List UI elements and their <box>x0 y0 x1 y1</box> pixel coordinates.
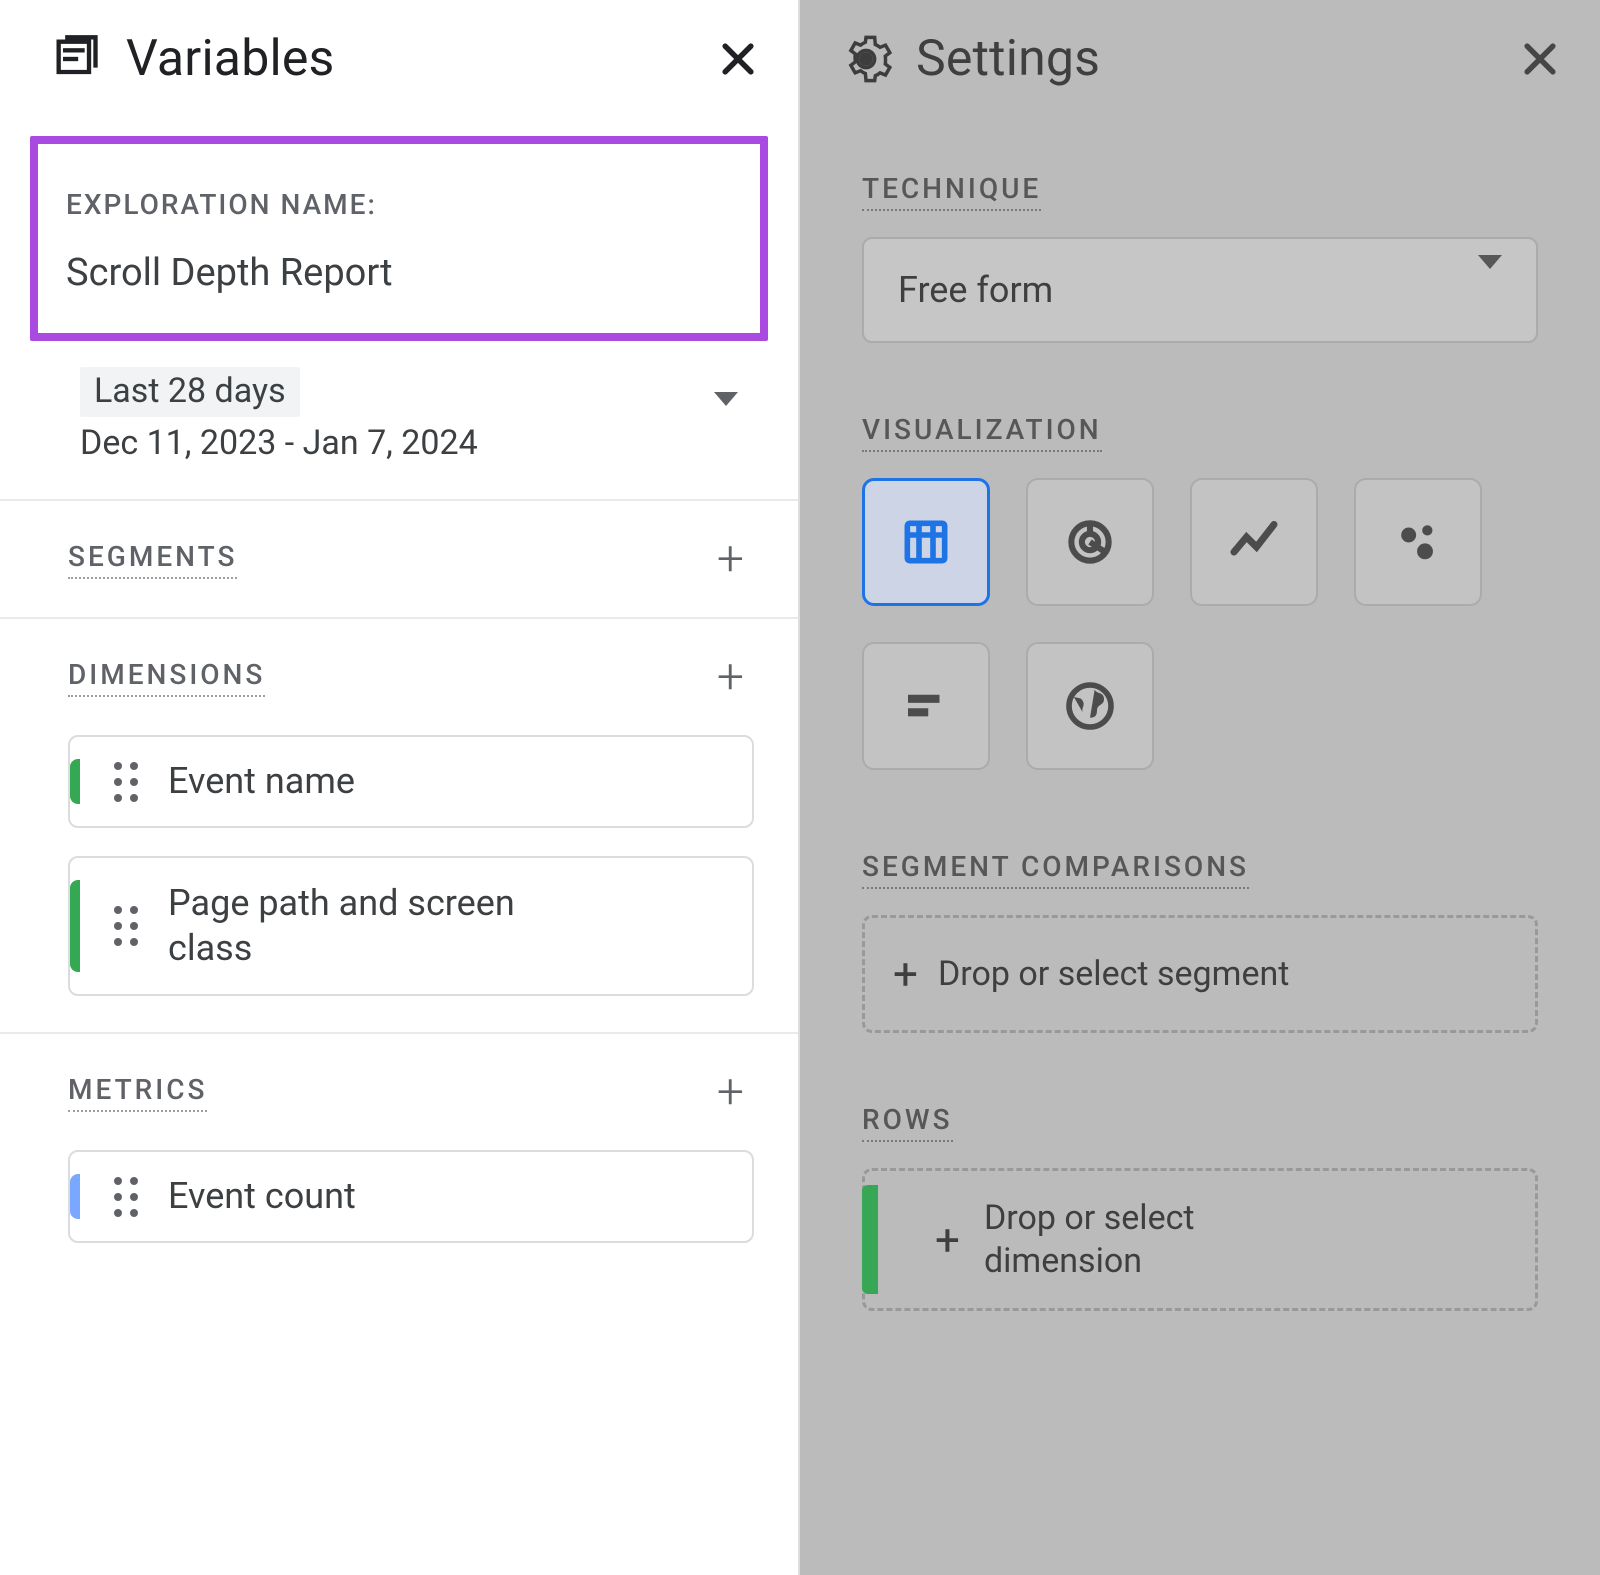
segments-section-head: SEGMENTS + <box>0 501 798 617</box>
dimensions-list: Event name Page path and screen class <box>0 735 798 1032</box>
plus-icon: + <box>935 1218 960 1262</box>
dimension-name: Event name <box>168 759 355 804</box>
drag-handle-icon[interactable] <box>106 762 146 802</box>
viz-option-line[interactable] <box>1190 478 1318 606</box>
dimension-stripe <box>70 880 80 972</box>
dimensions-label: DIMENSIONS <box>68 658 265 697</box>
segment-comparisons-label: SEGMENT COMPARISONS <box>862 850 1249 889</box>
metric-name: Event count <box>168 1174 356 1219</box>
variables-header: Variables <box>0 0 798 118</box>
dimension-pill[interactable]: Page path and screen class <box>68 856 754 996</box>
dimension-stripe <box>70 759 80 804</box>
visualization-label: VISUALIZATION <box>862 413 1102 452</box>
drag-handle-icon[interactable] <box>106 906 146 946</box>
technique-select[interactable]: Free form <box>862 237 1538 343</box>
dimension-pill[interactable]: Event name <box>68 735 754 828</box>
rows-dropzone[interactable]: + Drop or select dimension <box>862 1168 1538 1311</box>
metric-pill[interactable]: Event count <box>68 1150 754 1243</box>
viz-option-donut[interactable] <box>1026 478 1154 606</box>
exploration-name-label: EXPLORATION NAME: <box>66 188 732 221</box>
segments-label: SEGMENTS <box>68 540 237 579</box>
chevron-down-icon <box>714 406 738 425</box>
metrics-label: METRICS <box>68 1073 207 1112</box>
technique-label: TECHNIQUE <box>862 172 1041 211</box>
gear-icon <box>840 33 892 85</box>
plus-icon: + <box>893 952 918 996</box>
technique-value: Free form <box>898 269 1053 311</box>
visualization-options <box>862 478 1538 770</box>
dimension-stripe <box>862 1185 878 1294</box>
settings-header: Settings <box>800 0 1600 118</box>
exploration-name-value: Scroll Depth Report <box>66 251 732 295</box>
chevron-down-icon <box>1478 269 1502 311</box>
viz-option-table[interactable] <box>862 478 990 606</box>
add-metric-button[interactable]: + <box>717 1068 744 1116</box>
dimensions-section-head: DIMENSIONS + <box>0 619 798 735</box>
date-preset-chip: Last 28 days <box>80 367 300 417</box>
metrics-section-head: METRICS + <box>0 1034 798 1150</box>
exploration-name-field[interactable]: EXPLORATION NAME: Scroll Depth Report <box>30 136 768 341</box>
viz-option-bar[interactable] <box>862 642 990 770</box>
variables-icon <box>50 33 102 85</box>
settings-panel: Settings TECHNIQUE Free form VISUALIZATI… <box>800 0 1600 1575</box>
settings-title: Settings <box>916 30 1492 88</box>
viz-option-scatter[interactable] <box>1354 478 1482 606</box>
add-dimension-button[interactable]: + <box>717 653 744 701</box>
drag-handle-icon[interactable] <box>106 1177 146 1217</box>
segment-dropzone[interactable]: + Drop or select segment <box>862 915 1538 1033</box>
variables-panel: Variables EXPLORATION NAME: Scroll Depth… <box>0 0 800 1575</box>
add-segment-button[interactable]: + <box>717 535 744 583</box>
dimension-name: Page path and screen class <box>168 881 588 971</box>
rows-dropzone-text: Drop or select dimension <box>984 1197 1324 1282</box>
close-variables-button[interactable] <box>714 35 762 83</box>
metric-stripe <box>70 1174 80 1219</box>
segment-dropzone-text: Drop or select segment <box>938 954 1289 994</box>
date-range-value: Dec 11, 2023 - Jan 7, 2024 <box>80 423 702 463</box>
rows-label: ROWS <box>862 1103 953 1142</box>
date-range-picker[interactable]: Last 28 days Dec 11, 2023 - Jan 7, 2024 <box>0 341 798 499</box>
close-settings-button[interactable] <box>1516 35 1564 83</box>
viz-option-geo[interactable] <box>1026 642 1154 770</box>
variables-title: Variables <box>126 30 690 88</box>
metrics-list: Event count <box>0 1150 798 1243</box>
